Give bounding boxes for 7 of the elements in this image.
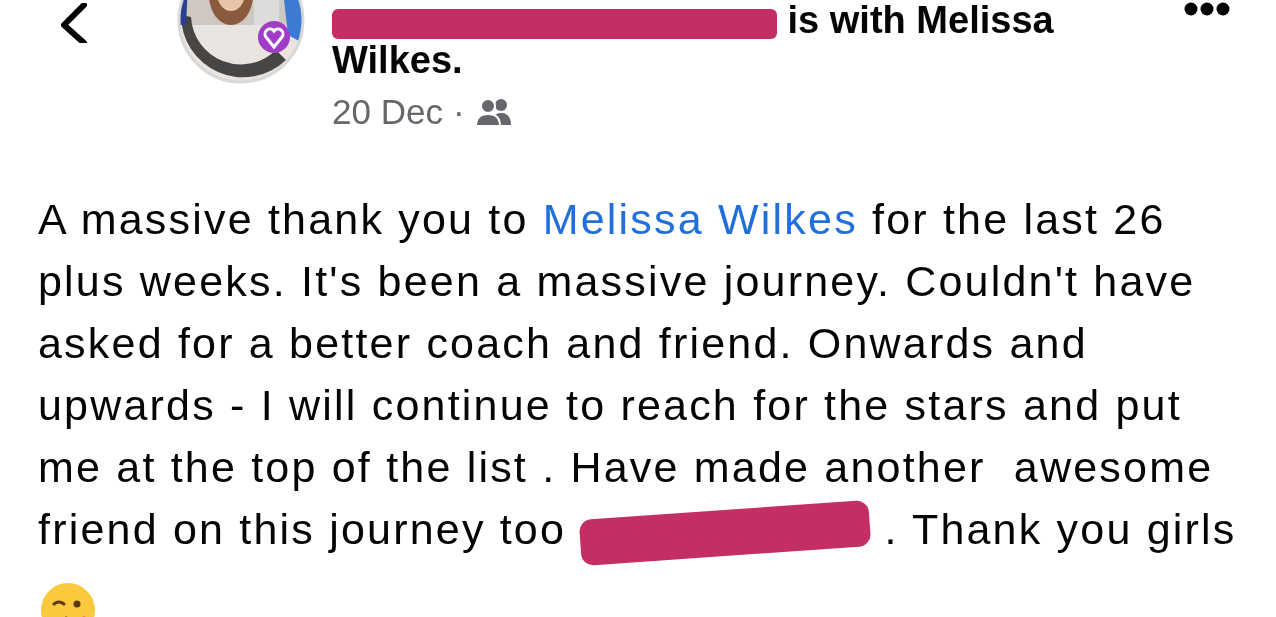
mention-link[interactable]: Melissa Wilkes bbox=[542, 195, 858, 243]
friends-icon bbox=[474, 97, 513, 127]
post-author-line: is with Melissa Wilkes. bbox=[332, 0, 1055, 80]
separator-dot: · bbox=[452, 92, 465, 132]
post-text: A massive thank you to Melissa Wilkes for the last 26 plus weeks. It's been a massive journey. Couldn't have asked for a better coach and friend. Onwards and upwards - I will continue to reach for the stars and put me at the top of the list . Have made another awesome friend on this journey too . Thank you girls bbox=[0, 188, 1276, 560]
more-options-button[interactable] bbox=[1184, 1, 1230, 17]
post-date[interactable]: 20 Dec bbox=[332, 92, 443, 132]
